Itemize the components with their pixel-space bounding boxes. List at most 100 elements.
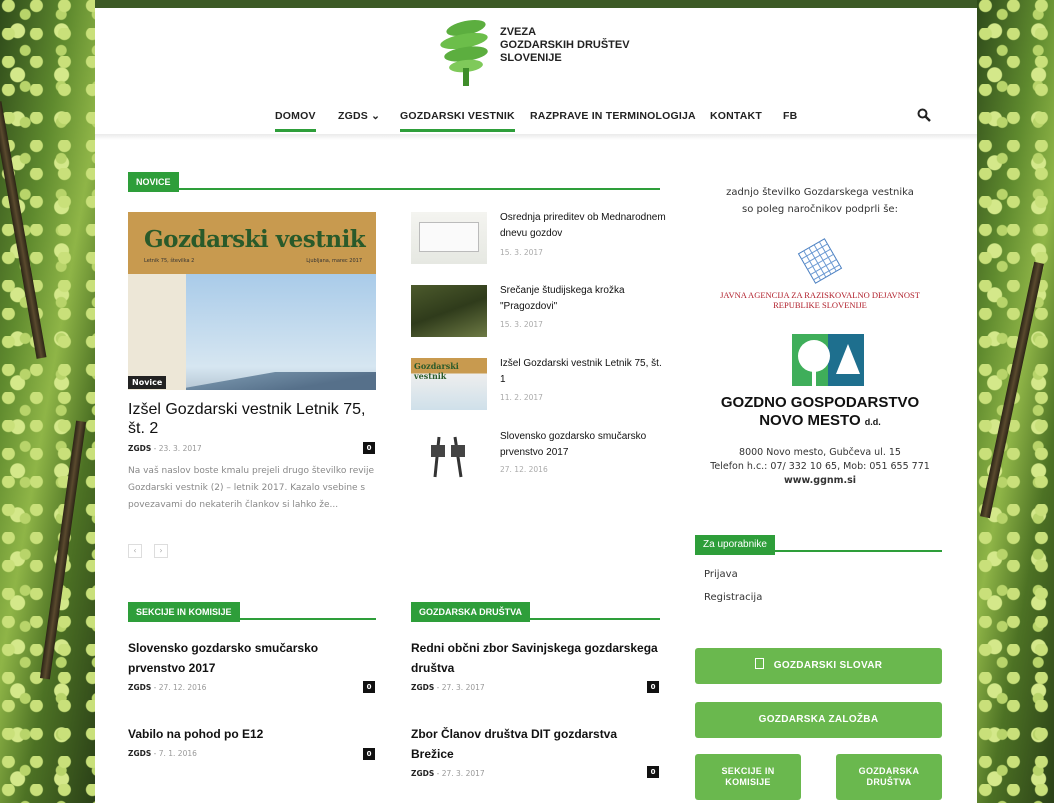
post-date: - 27. 3. 2017	[436, 769, 485, 778]
forest-background-left	[0, 0, 95, 803]
post-title[interactable]: Slovensko gozdarsko smučarsko prvenstvo …	[128, 638, 378, 678]
arrs-name-line: REPUBLIKE SLOVENIJE	[773, 300, 867, 310]
nav-item-kontakt[interactable]: KONTAKT	[710, 110, 762, 129]
arrs-name: JAVNA AGENCIJA ZA RAZISKOVALNO DEJAVNOST…	[698, 290, 942, 310]
section-label: SEKCIJE IN KOMISIJE	[128, 602, 240, 622]
website-link[interactable]: www.ggnm.si	[698, 474, 942, 488]
arrs-name-line: JAVNA AGENCIJA ZA RAZISKOVALNO DEJAVNOST	[720, 290, 920, 300]
news-thumbnail[interactable]	[411, 212, 487, 264]
cover-contents-column	[128, 274, 186, 390]
ggnm-address: 8000 Novo mesto, Gubčeva ul. 15 Telefon …	[698, 446, 942, 488]
nav-item-domov[interactable]: DOMOV	[275, 110, 316, 132]
ggnm-logo-icon[interactable]	[792, 334, 864, 386]
gozdarska-zalozba-button[interactable]: GOZDARSKA ZALOŽBA	[695, 702, 942, 738]
category-badge[interactable]: Novice	[128, 376, 167, 389]
post-title[interactable]: Redni občni zbor Savinjskega gozdarskega…	[411, 638, 661, 678]
tree-trunk	[980, 261, 1044, 519]
button-label: KOMISIJE	[725, 777, 771, 787]
featured-excerpt: Na vaš naslov boste kmalu prejeli drugo …	[128, 466, 375, 510]
author-link[interactable]: ZGDS	[128, 749, 151, 758]
section-header-novice: NOVICE	[128, 170, 660, 192]
document-icon	[754, 658, 764, 669]
author-link[interactable]: ZGDS	[411, 769, 434, 778]
post-meta: ZGDS - 27. 3. 2017	[411, 769, 485, 778]
ggnm-name-line: NOVO MESTO	[759, 412, 861, 429]
nav-item-fb[interactable]: FB	[783, 110, 797, 129]
cover-subtitle: Letnik 75, številka 2	[144, 258, 195, 264]
cover-subtitle: Ljubljana, marec 2017	[306, 258, 362, 264]
next-page-button[interactable]: ›	[154, 544, 168, 558]
author-link[interactable]: ZGDS	[128, 683, 151, 692]
nav-item-gozdarski-vestnik[interactable]: GOZDARSKI VESTNIK	[400, 110, 515, 132]
news-thumbnail[interactable]	[411, 431, 487, 483]
section-label: Za uporabnike	[695, 535, 775, 555]
nav-item-razprave[interactable]: RAZPRAVE IN TERMINOLOGIJA	[530, 110, 696, 129]
news-item-title[interactable]: Izšel Gozdarski vestnik Letnik 75, št. 1	[500, 356, 670, 388]
news-item-title[interactable]: Slovensko gozdarsko smučarsko prvenstvo …	[500, 429, 670, 461]
tree-logo-icon	[440, 19, 488, 86]
section-label: GOZDARSKA DRUŠTVA	[411, 602, 530, 622]
cover-title: Gozdarski vestnik	[144, 226, 366, 253]
org-name-line: GOZDARSKIH DRUŠTEV	[500, 39, 630, 51]
comment-count[interactable]: 0	[363, 748, 375, 760]
post-meta: ZGDS - 27. 12. 2016	[128, 683, 206, 692]
register-link[interactable]: Registracija	[704, 592, 762, 603]
ggnm-suffix: d.d.	[864, 417, 881, 427]
sponsor-intro-line: so poleg naročnikov podprli še:	[742, 204, 898, 215]
org-name-line: SLOVENIJE	[500, 52, 562, 64]
author-link[interactable]: ZGDS	[411, 683, 434, 692]
button-label: GOZDARSKI SLOVAR	[773, 660, 883, 671]
comment-count[interactable]: 0	[647, 766, 659, 778]
news-item-date: 27. 12. 2016	[500, 465, 548, 474]
button-label: DRUŠTVA	[866, 777, 912, 787]
post-title[interactable]: Vabilo na pohod po E12	[128, 724, 378, 744]
post-date: - 23. 3. 2017	[153, 444, 202, 453]
arrs-logo-icon[interactable]	[795, 236, 845, 286]
news-item-title[interactable]: Srečanje študijskega krožka "Pragozdovi"	[500, 283, 670, 315]
post-date: - 7. 1. 2016	[153, 749, 197, 758]
main-nav: DOMOV ZGDS ⌄ GOZDARSKI VESTNIK RAZPRAVE …	[95, 104, 977, 132]
ggnm-name-line: GOZDNO GOSPODARSTVO	[720, 394, 920, 411]
prev-page-button[interactable]: ‹	[128, 544, 142, 558]
post-meta: ZGDS - 7. 1. 2016	[128, 749, 197, 758]
page-container: ZVEZA GOZDARSKIH DRUŠTEV SLOVENIJE DOMOV…	[95, 8, 977, 803]
comment-count[interactable]: 0	[647, 681, 659, 693]
section-header-sekcije: SEKCIJE IN KOMISIJE	[128, 600, 376, 622]
search-icon[interactable]	[917, 108, 931, 122]
button-label: GOZDARSKA	[858, 766, 920, 776]
gozdarska-drustva-button[interactable]: GOZDARSKA DRUŠTVA	[836, 754, 942, 800]
section-header-drustva: GOZDARSKA DRUŠTVA	[411, 600, 660, 622]
cover-photo-hills	[186, 372, 376, 390]
tree-trunk	[39, 420, 87, 680]
address-line: 8000 Novo mesto, Gubčeva ul. 15	[739, 447, 901, 458]
nav-divider	[95, 134, 977, 140]
tree-trunk	[0, 101, 47, 359]
button-label: SEKCIJE IN	[721, 766, 775, 776]
org-name-line: ZVEZA	[500, 26, 537, 38]
sekcije-komisije-button[interactable]: SEKCIJE IN KOMISIJE	[695, 754, 801, 800]
news-thumbnail[interactable]	[411, 285, 487, 337]
news-thumbnail[interactable]: Gozdarski vestnik	[411, 358, 487, 410]
comment-count[interactable]: 0	[363, 442, 375, 454]
post-date: - 27. 12. 2016	[153, 683, 207, 692]
org-name: ZVEZA GOZDARSKIH DRUŠTEV SLOVENIJE	[500, 26, 630, 65]
news-item-date: 15. 3. 2017	[500, 248, 543, 257]
login-link[interactable]: Prijava	[704, 569, 738, 580]
section-label: NOVICE	[128, 172, 179, 192]
post-date: - 27. 3. 2017	[436, 683, 485, 692]
comment-count[interactable]: 0	[363, 681, 375, 693]
phone-line: Telefon h.c.: 07/ 332 10 65, Mob: 051 65…	[710, 461, 930, 472]
featured-image[interactable]: Gozdarski vestnik Letnik 75, številka 2 …	[128, 212, 376, 390]
news-item-title[interactable]: Osrednja prireditev ob Mednarodnem dnevu…	[500, 210, 670, 242]
sponsor-intro-line: zadnjo številko Gozdarskega vestnika	[726, 187, 914, 198]
forest-background-right	[977, 0, 1054, 803]
ggnm-name: GOZDNO GOSPODARSTVO NOVO MESTO d.d.	[698, 394, 942, 431]
nav-item-zgds[interactable]: ZGDS ⌄	[338, 110, 380, 129]
site-logo[interactable]: ZVEZA GOZDARSKIH DRUŠTEV SLOVENIJE	[438, 18, 638, 90]
featured-title[interactable]: Izšel Gozdarski vestnik Letnik 75, št. 2	[128, 400, 378, 438]
author-link[interactable]: ZGDS	[128, 444, 151, 453]
post-meta: ZGDS - 27. 3. 2017	[411, 683, 485, 692]
gozdarski-slovar-button[interactable]: GOZDARSKI SLOVAR	[695, 648, 942, 684]
post-title[interactable]: Zbor Članov društva DIT gozdarstva Breži…	[411, 724, 661, 764]
section-header-users: Za uporabnike	[695, 532, 942, 555]
